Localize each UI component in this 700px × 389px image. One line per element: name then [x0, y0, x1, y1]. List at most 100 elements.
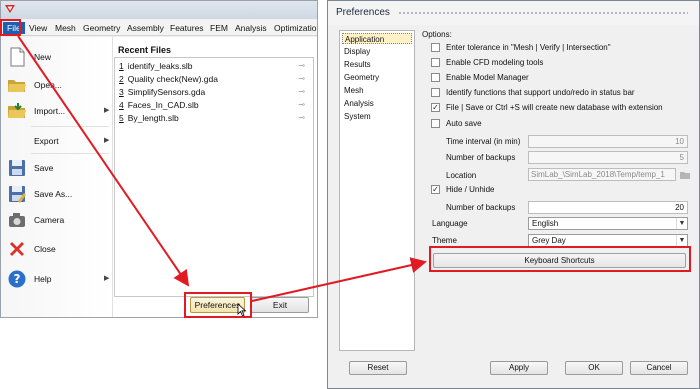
recent-file-number: 1 — [119, 61, 124, 71]
undo-redo-checkbox-row[interactable]: Identify functions that support undo/red… — [431, 88, 691, 99]
language-select[interactable]: English ▼ — [528, 217, 688, 230]
recent-file-item[interactable]: 2 Quality check(New).gda ⊸ — [119, 74, 309, 86]
pin-icon[interactable]: ⊸ — [298, 113, 305, 122]
menu-optimization[interactable]: Optimization — [272, 22, 317, 34]
keyboard-shortcuts-button[interactable]: Keyboard Shortcuts — [433, 253, 686, 268]
location-field[interactable]: SimLab_\SimLab_2018\Temp/temp_1 — [528, 168, 676, 181]
category-application[interactable]: Application — [342, 33, 412, 44]
checkbox-checked[interactable]: ✓ — [431, 185, 440, 194]
tolerance-checkbox-row[interactable]: Enter tolerance in "Mesh | Verify | Inte… — [431, 43, 691, 54]
checkbox[interactable] — [431, 73, 440, 82]
theme-label: Theme — [432, 236, 457, 245]
help-command[interactable]: ? Help ▶ — [1, 266, 113, 292]
close-command[interactable]: Close — [1, 236, 113, 262]
category-geometry[interactable]: Geometry — [342, 72, 412, 83]
import-command[interactable]: Import... ▶ — [1, 98, 113, 124]
checkbox-label: Enable CFD modeling tools — [446, 58, 544, 67]
menu-fem[interactable]: FEM — [208, 22, 230, 34]
time-interval-label: Time interval (in min) — [446, 137, 521, 146]
menu-features[interactable]: Features — [168, 22, 206, 34]
checkbox[interactable] — [431, 43, 440, 52]
export-command[interactable]: Export ▶ — [1, 128, 113, 154]
checkbox-checked[interactable]: ✓ — [431, 103, 440, 112]
app-window: File View Mesh Geometry Assembly Feature… — [0, 0, 318, 318]
recent-files-title: Recent Files — [118, 45, 172, 55]
new-command[interactable]: New — [1, 44, 113, 70]
checkbox[interactable] — [431, 119, 440, 128]
open-command[interactable]: Open... — [1, 72, 113, 98]
recent-file-item[interactable]: 5 By_length.slb ⊸ — [119, 113, 309, 125]
menu-geometry[interactable]: Geometry — [81, 22, 122, 34]
chevron-down-icon[interactable]: ▼ — [676, 235, 687, 246]
auto-save-checkbox-row[interactable]: Auto save — [431, 119, 691, 130]
new-label: New — [34, 52, 52, 62]
file-backstage-panel: New Open... Import... ▶ Export ▶ Save Sa… — [1, 37, 317, 317]
category-analysis[interactable]: Analysis — [342, 98, 412, 109]
close-label: Close — [34, 244, 56, 254]
recent-file-name: Quality check(New).gda — [127, 74, 218, 84]
save-as-icon — [9, 186, 26, 203]
autosave-backups-label: Number of backups — [446, 153, 516, 162]
pin-icon[interactable]: ⊸ — [298, 100, 305, 109]
recent-file-number: 3 — [119, 87, 124, 97]
drag-grip[interactable] — [398, 11, 688, 15]
hide-backups-label: Number of backups — [446, 203, 516, 212]
help-icon: ? — [8, 270, 26, 288]
recent-file-item[interactable]: 1 identify_leaks.slb ⊸ — [119, 61, 309, 73]
save-as-label: Save As... — [34, 189, 73, 199]
recent-file-name: identify_leaks.slb — [127, 61, 193, 71]
save-new-db-checkbox-row[interactable]: ✓ File | Save or Ctrl +S will create new… — [431, 103, 691, 114]
cancel-button[interactable]: Cancel — [630, 361, 688, 375]
apply-button[interactable]: Apply — [490, 361, 548, 375]
recent-file-number: 2 — [119, 74, 124, 84]
recent-file-item[interactable]: 4 Faces_In_CAD.slb ⊸ — [119, 100, 309, 112]
checkbox-label: Enable Model Manager — [446, 73, 529, 82]
ok-button[interactable]: OK — [565, 361, 623, 375]
chevron-down-icon[interactable]: ▼ — [676, 218, 687, 229]
category-results[interactable]: Results — [342, 59, 412, 70]
category-mesh[interactable]: Mesh — [342, 85, 412, 96]
submenu-arrow-icon: ▶ — [104, 275, 110, 282]
time-interval-field[interactable]: 10 — [528, 135, 688, 148]
exit-button[interactable]: Exit — [251, 297, 309, 313]
recent-file-name: SimplifySensors.gda — [127, 87, 206, 97]
save-as-command[interactable]: Save As... — [1, 181, 113, 207]
help-label: Help — [34, 274, 52, 284]
recent-files-panel: Recent Files 1 identify_leaks.slb ⊸ 2 Qual… — [114, 43, 314, 297]
pin-icon[interactable]: ⊸ — [298, 61, 305, 70]
menu-mesh[interactable]: Mesh — [53, 22, 78, 34]
category-display[interactable]: Display — [342, 46, 412, 57]
menu-file[interactable]: File — [3, 22, 25, 34]
app-logo-icon — [5, 5, 15, 13]
menu-view[interactable]: View — [27, 22, 49, 34]
divider — [31, 153, 109, 154]
hide-unhide-checkbox-row[interactable]: ✓ Hide / Unhide — [431, 185, 691, 196]
camera-command[interactable]: Camera — [1, 207, 113, 233]
mouse-cursor-icon — [237, 303, 247, 317]
divider — [31, 126, 109, 127]
checkbox[interactable] — [431, 88, 440, 97]
menu-bar: File View Mesh Geometry Assembly Feature… — [1, 20, 317, 36]
checkbox[interactable] — [431, 58, 440, 67]
save-icon — [9, 160, 25, 176]
autosave-backups-field[interactable]: 5 — [528, 151, 688, 164]
reset-button[interactable]: Reset — [349, 361, 407, 375]
save-command[interactable]: Save — [1, 155, 113, 181]
menu-analysis[interactable]: Analysis — [233, 22, 269, 34]
recent-file-number: 4 — [119, 100, 124, 110]
theme-select[interactable]: Grey Day ▼ — [528, 234, 688, 247]
browse-folder-icon[interactable] — [680, 171, 690, 179]
recent-file-item[interactable]: 3 SimplifySensors.gda ⊸ — [119, 87, 309, 99]
pin-icon[interactable]: ⊸ — [298, 87, 305, 96]
camera-icon — [9, 213, 25, 227]
dialog-titlebar[interactable]: Preferences — [328, 1, 699, 25]
cfd-checkbox-row[interactable]: Enable CFD modeling tools — [431, 58, 691, 69]
category-list: Application Display Results Geometry Mes… — [339, 30, 415, 351]
hide-backups-field[interactable]: 20 — [528, 201, 688, 214]
pin-icon[interactable]: ⊸ — [298, 74, 305, 83]
app-titlebar — [1, 1, 317, 19]
menu-assembly[interactable]: Assembly — [125, 22, 166, 34]
model-manager-checkbox-row[interactable]: Enable Model Manager — [431, 73, 691, 84]
language-value: English — [532, 219, 559, 228]
category-system[interactable]: System — [342, 111, 412, 122]
